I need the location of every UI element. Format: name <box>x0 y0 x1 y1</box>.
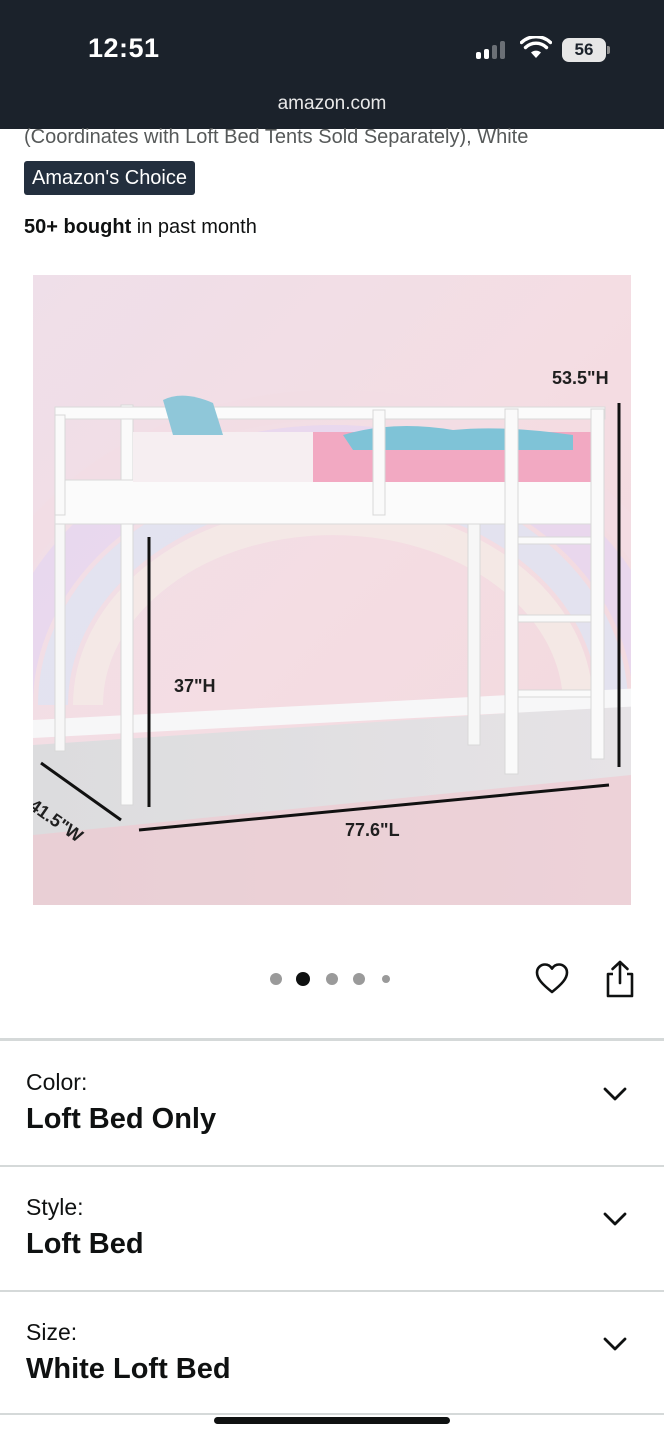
variation-label: Style: <box>26 1194 84 1220</box>
battery-level: 56 <box>574 40 594 59</box>
chevron-down-icon[interactable] <box>600 1208 630 1230</box>
wifi-icon <box>520 36 552 58</box>
status-time: 12:51 <box>88 33 160 63</box>
variation-label: Color: <box>26 1069 88 1095</box>
purchase-count: 50+ bought in past month <box>24 216 257 239</box>
url-bar[interactable]: amazon.com <box>0 93 664 115</box>
browser-top-bar: 12:51 56 amazon.com <box>0 0 664 129</box>
variation-color-row[interactable]: Color: Loft Bed Only <box>0 1041 664 1166</box>
cellular-signal-icon <box>476 41 510 59</box>
variation-value: Loft Bed Only <box>26 1103 217 1135</box>
dimension-height-under: 37"H <box>174 676 216 696</box>
battery-cap <box>607 46 610 54</box>
purchase-count-bold: 50+ bought <box>24 216 132 238</box>
variation-label: Size: <box>26 1319 78 1345</box>
variation-style-row[interactable]: Style: Loft Bed <box>0 1166 664 1291</box>
row-divider <box>0 1413 664 1415</box>
chevron-down-icon[interactable] <box>600 1333 630 1355</box>
carousel-dot[interactable] <box>326 973 338 985</box>
battery-icon: 56 <box>562 38 606 62</box>
amazons-choice-badge[interactable]: Amazon's Choice <box>24 161 195 195</box>
carousel-dot[interactable] <box>270 973 282 985</box>
dimension-length: 77.6"L <box>345 820 400 840</box>
carousel-dot[interactable] <box>382 975 390 983</box>
home-indicator[interactable] <box>214 1417 450 1424</box>
variation-size-row[interactable]: Size: White Loft Bed <box>0 1291 664 1416</box>
chevron-down-icon[interactable] <box>600 1083 630 1105</box>
heart-icon[interactable] <box>534 961 570 997</box>
dimension-height-total: 53.5"H <box>552 368 609 388</box>
variation-value: Loft Bed <box>26 1228 144 1260</box>
loft-bed-illustration <box>33 275 631 905</box>
carousel-dot[interactable] <box>353 973 365 985</box>
carousel-dot-active[interactable] <box>296 972 310 986</box>
share-icon[interactable] <box>602 959 638 999</box>
purchase-count-text: in past month <box>131 216 257 238</box>
product-image[interactable]: 53.5"H 37"H 41.5"W 77.6"L <box>33 275 631 905</box>
product-title[interactable]: (Coordinates with Loft Bed Tents Sold Se… <box>24 126 644 149</box>
variation-value: White Loft Bed <box>26 1353 231 1385</box>
